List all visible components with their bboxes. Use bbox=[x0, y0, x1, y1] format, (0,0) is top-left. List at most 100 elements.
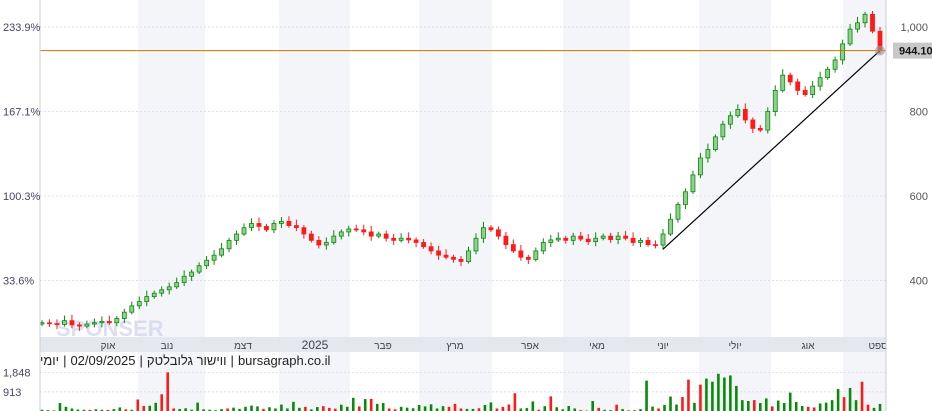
candle-body bbox=[810, 85, 816, 96]
candle-body bbox=[533, 250, 539, 260]
candle-body bbox=[77, 324, 82, 327]
candle-body bbox=[406, 237, 412, 241]
candle-body bbox=[690, 174, 696, 193]
volume-bar bbox=[447, 406, 451, 411]
volume-bar bbox=[166, 372, 169, 411]
candle-body bbox=[91, 322, 97, 325]
price-axis-panel bbox=[886, 0, 932, 411]
volume-bar bbox=[513, 393, 517, 411]
caption-separator: | bbox=[139, 353, 143, 368]
volume-bar bbox=[693, 402, 696, 411]
candle-body bbox=[279, 220, 284, 224]
candle-body bbox=[264, 226, 269, 231]
volume-bar bbox=[794, 402, 798, 411]
candle-body bbox=[413, 239, 419, 243]
volume-tick-label: 1,848 bbox=[3, 367, 31, 379]
candle-body bbox=[353, 228, 359, 231]
candle-body bbox=[376, 233, 382, 237]
candle-body bbox=[99, 321, 105, 324]
volume-bar bbox=[854, 400, 858, 411]
x-tick-label: מאי bbox=[589, 341, 605, 352]
candle-body bbox=[765, 111, 771, 131]
candle-body bbox=[368, 231, 374, 237]
candle-body bbox=[249, 223, 254, 229]
volume-bar bbox=[292, 401, 295, 411]
volume-bar bbox=[417, 404, 421, 411]
volume-bar bbox=[489, 402, 493, 411]
volume-bar bbox=[705, 378, 708, 411]
candle-body bbox=[683, 191, 688, 205]
volume-bar bbox=[322, 406, 325, 411]
candle-body bbox=[496, 229, 501, 237]
volume-bar bbox=[812, 407, 816, 411]
volume-bar bbox=[782, 403, 786, 411]
candle-body bbox=[211, 254, 217, 261]
volume-bar bbox=[160, 394, 164, 411]
candle-body bbox=[436, 250, 441, 256]
candle-body bbox=[114, 318, 120, 324]
x-tick-label: דצמ bbox=[234, 341, 252, 352]
candle-body bbox=[645, 239, 651, 245]
volume-bar bbox=[118, 407, 122, 411]
percent-tick-label: 167.1% bbox=[3, 107, 41, 119]
candle-body bbox=[106, 321, 112, 324]
volume-bar bbox=[776, 400, 780, 411]
candle-body bbox=[144, 296, 150, 303]
candle-body bbox=[129, 305, 135, 313]
volume-bar bbox=[729, 375, 732, 411]
volume-bar bbox=[232, 407, 235, 411]
candle-body bbox=[219, 248, 224, 256]
volume-bar bbox=[770, 406, 774, 411]
candle-body bbox=[772, 89, 778, 112]
volume-bar bbox=[453, 403, 457, 411]
candle-body bbox=[62, 320, 67, 325]
volume-bar bbox=[567, 405, 571, 411]
volume-bar bbox=[723, 377, 726, 411]
percent-tick-label: 100.3% bbox=[3, 191, 41, 203]
x-tick-label: אוק bbox=[101, 341, 116, 352]
last-price-label: 944.10 bbox=[899, 46, 932, 58]
price-tick-label: 400 bbox=[910, 276, 928, 288]
candle-body bbox=[181, 275, 187, 284]
candle-body bbox=[301, 227, 307, 235]
candle-body bbox=[346, 228, 352, 233]
volume-bar bbox=[800, 405, 804, 411]
candle-body bbox=[174, 282, 180, 288]
volume-bar bbox=[848, 387, 852, 411]
candle-body bbox=[615, 235, 621, 240]
volume-bar bbox=[381, 403, 385, 411]
candle-body bbox=[847, 28, 853, 45]
volume-bar bbox=[591, 400, 594, 411]
candle-body bbox=[151, 292, 157, 297]
candle-body bbox=[518, 250, 524, 258]
volume-bar bbox=[806, 406, 810, 411]
candle-body bbox=[660, 233, 666, 246]
volume-bar bbox=[304, 406, 307, 411]
candle-body bbox=[817, 77, 823, 87]
candle-body bbox=[855, 22, 860, 30]
volume-bar bbox=[423, 406, 427, 411]
volume-bar bbox=[316, 407, 319, 411]
volume-bar bbox=[339, 404, 343, 411]
volume-bar bbox=[369, 398, 373, 411]
stock-chart[interactable]: SPONSERאוק נוב דצמ 2025 פבר מרץ אפר מאי יוני יולי… bbox=[0, 0, 932, 411]
candle-body bbox=[503, 235, 509, 245]
candle-body bbox=[832, 59, 838, 70]
candle-body bbox=[466, 250, 471, 262]
volume-bar bbox=[842, 397, 846, 411]
candle-body bbox=[204, 259, 210, 267]
volume-bar bbox=[788, 392, 792, 411]
volume-bar bbox=[753, 400, 756, 411]
volume-bar bbox=[651, 406, 654, 411]
candle-body bbox=[286, 220, 292, 226]
volume-bar bbox=[154, 402, 158, 411]
candle-body bbox=[159, 289, 165, 294]
candle-body bbox=[39, 322, 45, 325]
caption-date: 02/09/2025 bbox=[70, 353, 136, 368]
candle-body bbox=[623, 235, 629, 239]
candle-body bbox=[256, 223, 262, 227]
candle-body bbox=[331, 235, 337, 243]
candle-body bbox=[780, 74, 786, 91]
percent-tick-label: 233.9% bbox=[3, 22, 41, 34]
candle-body bbox=[226, 239, 232, 250]
